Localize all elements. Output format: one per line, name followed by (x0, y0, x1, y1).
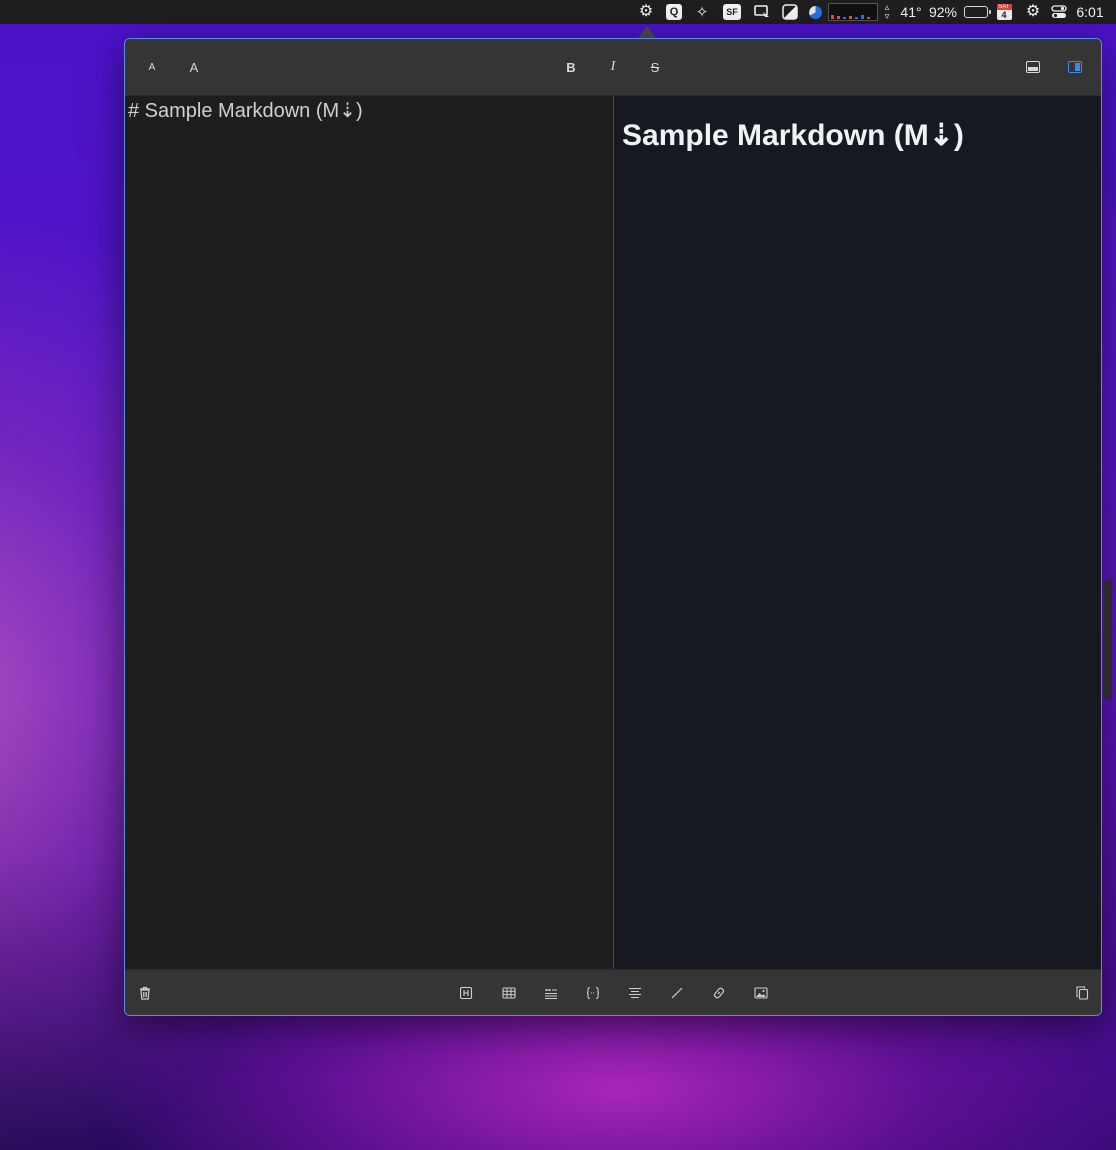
menu-bar: ⚙ Q ✧ SF ▵ ▿ 41° 92% SAT 4 ⚙ 6:01 (0, 0, 1116, 24)
trash-icon[interactable] (134, 982, 156, 1004)
network-graph-icon[interactable] (828, 0, 878, 24)
editor-only-layout-icon (1026, 61, 1040, 73)
italic-label: I (610, 59, 616, 74)
copy-icon[interactable] (1071, 982, 1093, 1004)
contrast-icon[interactable] (781, 0, 799, 24)
settings-gear-icon[interactable]: ⚙ (1024, 0, 1042, 24)
decrease-font-label: A (148, 61, 156, 73)
increase-font-button[interactable]: A (180, 53, 208, 81)
align-icon[interactable] (624, 982, 646, 1004)
bottom-toolbar (125, 969, 1101, 1015)
bold-label: B (566, 59, 576, 75)
markdown-app-gear-icon[interactable]: ⚙ (637, 0, 655, 24)
temperature-text: 41° (900, 4, 922, 20)
sf-icon[interactable]: SF (722, 0, 742, 24)
preview-heading: Sample Markdown (M⇣) (622, 119, 964, 152)
link-icon[interactable] (708, 982, 730, 1004)
editor-only-layout-button[interactable] (1019, 53, 1047, 81)
split-view-layout-button[interactable] (1061, 53, 1089, 81)
screen-icon[interactable] (752, 0, 772, 24)
markdown-editor-pane[interactable]: # Sample Markdown (M⇣) (125, 96, 614, 969)
pie-icon[interactable] (806, 0, 824, 24)
image-icon[interactable] (750, 982, 772, 1004)
calendar-icon[interactable]: SAT 4 (995, 0, 1013, 24)
editor-text[interactable]: # Sample Markdown (M⇣) (128, 98, 363, 123)
window-side-handle (1104, 580, 1112, 700)
strikethrough-button[interactable]: S (641, 53, 669, 81)
control-center-icon[interactable] (1050, 0, 1068, 24)
heading-icon[interactable] (455, 982, 477, 1004)
markdown-editor-window: A A B I S # Sample Markdown (M⇣) Sample … (124, 38, 1102, 1016)
split-view-layout-icon (1068, 61, 1082, 73)
updown-arrows-icon: ▵ ▿ (884, 2, 890, 21)
quote-list-icon[interactable] (540, 982, 562, 1004)
battery-percent-text: 92% (928, 4, 958, 20)
top-toolbar: A A B I S (125, 39, 1101, 96)
popover-arrow (638, 26, 656, 38)
sparkle-icon[interactable]: ✧ (693, 0, 711, 24)
battery-icon[interactable] (962, 0, 991, 24)
italic-button[interactable]: I (599, 53, 627, 81)
decrease-font-button[interactable]: A (138, 53, 166, 81)
code-block-icon[interactable] (582, 982, 604, 1004)
strikethrough-label: S (650, 59, 660, 75)
divider-slash-icon[interactable] (666, 982, 688, 1004)
q-icon[interactable]: Q (665, 0, 683, 24)
table-icon[interactable] (498, 982, 520, 1004)
calendar-date: 4 (1001, 10, 1007, 20)
preview-pane: Sample Markdown (M⇣) (614, 96, 1101, 969)
increase-font-label: A (189, 59, 199, 75)
clock-text[interactable]: 6:01 (1072, 0, 1108, 24)
bold-button[interactable]: B (557, 53, 585, 81)
